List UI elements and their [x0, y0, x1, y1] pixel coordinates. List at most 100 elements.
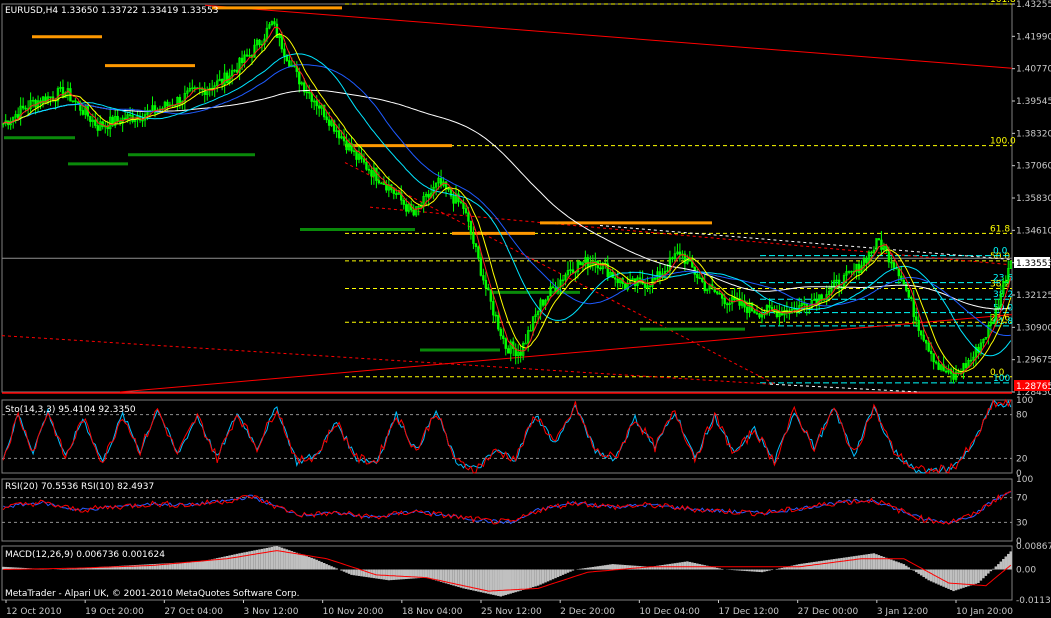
price-tick-label: 1.34610: [1016, 226, 1051, 236]
stoch-main: [2, 398, 1012, 475]
candle-body: [305, 91, 308, 94]
footer-copyright: MetaTrader - Alpari UK, © 2001-2010 Meta…: [5, 589, 299, 599]
candle-body: [492, 301, 495, 316]
candle-body: [499, 328, 502, 337]
macd-tick-label: 0.00867: [1016, 542, 1051, 552]
candle-body: [638, 277, 642, 280]
candle-body: [643, 283, 647, 289]
candle-body: [385, 184, 388, 191]
macd-tick-label: 0.00: [1016, 565, 1036, 575]
indicator-tick-label: 70: [1016, 494, 1028, 504]
candle-body: [768, 305, 771, 308]
time-tick-label: 10 Jan 20:00: [956, 607, 1013, 617]
candle-body: [327, 119, 331, 126]
candle-body: [571, 269, 575, 274]
candle-body: [902, 279, 905, 285]
candle-body: [502, 335, 505, 339]
price-tick-label: 1.30900: [1016, 323, 1051, 333]
candle-body: [464, 208, 468, 214]
time-tick-label: 12 Oct 2010: [6, 607, 62, 617]
macd-tick-label: -0.01130: [1016, 596, 1051, 606]
candle-body: [315, 100, 318, 107]
candle-body: [924, 339, 928, 344]
macd-label: MACD(12,26,9) 0.006736 0.001624: [5, 550, 165, 560]
candle-body: [614, 277, 617, 280]
candle-body: [24, 107, 27, 110]
price-tick-label: 1.41990: [1016, 32, 1051, 42]
candle-body: [235, 69, 239, 73]
candle-body: [745, 306, 749, 313]
candle-body: [900, 275, 903, 281]
candle-body: [382, 183, 386, 185]
time-tick-label: 27 Dec 00:00: [798, 607, 859, 617]
price-tick-label: 1.43255: [1016, 0, 1051, 10]
candle-body: [310, 92, 313, 102]
axes: 1.43255 1.41990 1.40770 1.39545 1.38320 1.370…: [5, 0, 1051, 617]
candle-body: [280, 34, 284, 50]
fib-label: 100: [993, 374, 1010, 384]
candle-body: [325, 116, 328, 121]
candle-body: [586, 257, 590, 268]
candle-body: [469, 221, 473, 235]
candle-body: [283, 48, 286, 57]
panel-frames: [1, 3, 1013, 601]
candle-body: [892, 262, 896, 269]
price-tick-label: 1.35830: [1016, 194, 1051, 204]
candle-body: [459, 201, 463, 204]
candle-body: [497, 315, 500, 330]
channel-line: [599, 225, 1013, 261]
candle-body: [412, 209, 415, 216]
candle-body: [74, 100, 77, 103]
candle-body: [753, 310, 756, 314]
ma-white: [2, 89, 1011, 310]
price-tick-label: 1.38320: [1016, 129, 1051, 139]
stoch-label: Sto(14,3,3) 95.4104 92.3350: [5, 405, 136, 415]
support-resistance-segments: [4, 6, 745, 352]
candle-body: [89, 115, 92, 122]
trading-chart[interactable]: 161.8100.061.850.038.223.60.00.023.638.2…: [0, 0, 1051, 618]
candle-body: [929, 350, 933, 354]
candle-body: [803, 303, 806, 305]
candle-body: [915, 316, 918, 321]
candle-body: [61, 86, 65, 98]
candle-body: [579, 261, 582, 266]
indicator-tick-label: 30: [1016, 518, 1028, 528]
fib-label: 100.0: [990, 137, 1016, 147]
candle-body: [964, 363, 968, 368]
candle-body: [775, 310, 779, 317]
candle-body: [467, 212, 470, 222]
candle-body: [551, 286, 555, 289]
candle-body: [462, 202, 465, 209]
candle-body: [472, 233, 475, 244]
candle-body: [128, 114, 132, 116]
trendlines: [1, 4, 1013, 393]
candle-body: [427, 193, 430, 198]
candle-body: [479, 257, 483, 276]
candle-body: [507, 348, 510, 354]
candle-body: [494, 314, 498, 317]
candle-body: [847, 271, 851, 273]
panel-frame: [1, 3, 1013, 393]
candle-body: [922, 334, 925, 341]
candle-body: [298, 71, 301, 85]
candle-body: [934, 361, 938, 364]
candle-body: [166, 101, 169, 107]
candle-body: [696, 274, 699, 279]
candle-body: [489, 289, 493, 302]
candle-body: [504, 338, 507, 349]
candle-body: [342, 136, 346, 142]
candle-body: [484, 279, 488, 289]
time-tick-label: 10 Dec 04:00: [639, 607, 700, 617]
fib-label: 61.8: [990, 224, 1010, 234]
time-tick-label: 25 Nov 12:00: [481, 607, 542, 617]
candle-body: [703, 281, 706, 292]
candle-body: [76, 101, 80, 103]
price-tick-label: 1.32125: [1016, 291, 1051, 301]
channel-line: [369, 206, 1013, 266]
candle-body: [345, 140, 348, 151]
candle-body: [857, 263, 861, 274]
candle-body: [599, 267, 602, 270]
candle-body: [957, 371, 960, 374]
time-tick-label: 3 Jan 12:00: [877, 607, 929, 617]
candle-body: [308, 91, 311, 94]
